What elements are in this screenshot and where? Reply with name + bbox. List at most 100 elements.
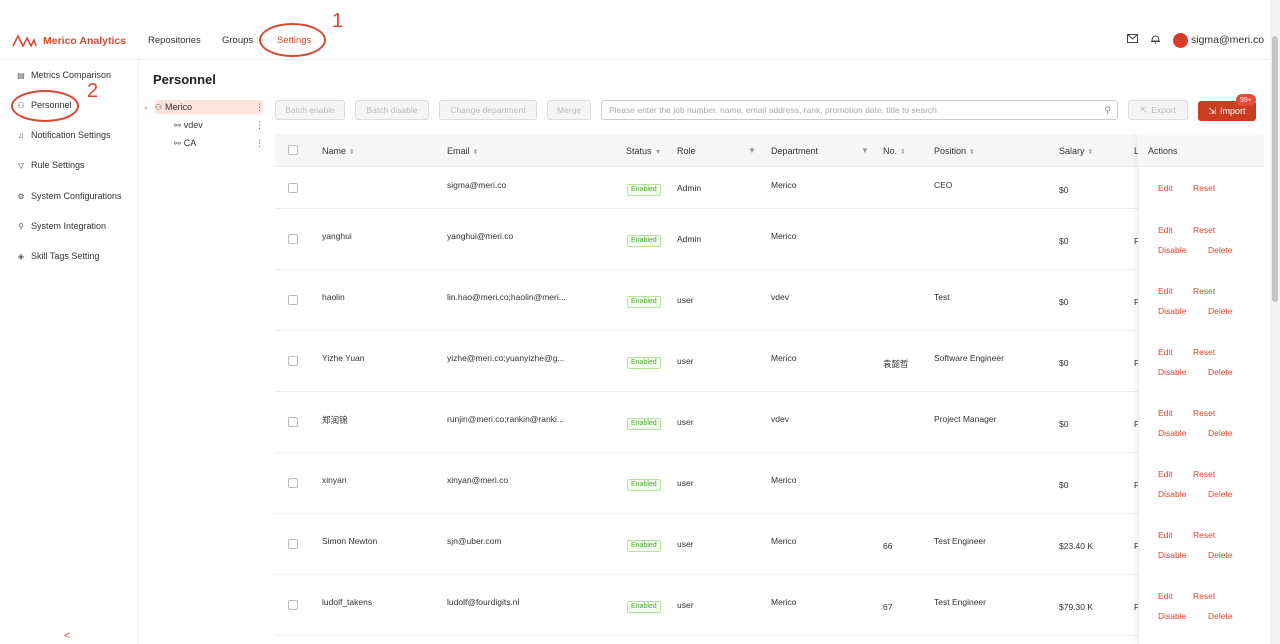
sidebar-item-skill-tags-setting[interactable]: ◈ Skill Tags Setting bbox=[16, 251, 99, 261]
edit-button[interactable]: Edit bbox=[1158, 183, 1173, 193]
reset-button[interactable]: Reset bbox=[1193, 591, 1215, 601]
sidebar-item-rule-settings[interactable]: ▽ Rule Settings bbox=[16, 160, 85, 170]
sort-icon[interactable]: ⬍ bbox=[900, 149, 906, 156]
reset-button[interactable]: Reset bbox=[1193, 469, 1215, 479]
avatar[interactable] bbox=[1173, 33, 1188, 48]
row-checkbox[interactable] bbox=[288, 599, 298, 610]
reset-button[interactable]: Reset bbox=[1193, 347, 1215, 357]
edit-button[interactable]: Edit bbox=[1158, 286, 1173, 296]
batch-enable-button[interactable]: Batch enable bbox=[275, 100, 345, 120]
row-checkbox[interactable] bbox=[288, 477, 298, 488]
filter-icon[interactable]: ▼ bbox=[748, 146, 756, 155]
column-header-status[interactable]: Status ▼ bbox=[626, 146, 661, 156]
cell-no: 66 bbox=[883, 540, 893, 551]
delete-button[interactable]: Delete bbox=[1208, 550, 1233, 560]
tree-node-merico[interactable]: ⌄ ⚇ Merico bbox=[143, 102, 192, 112]
column-header-email[interactable]: Email ⬍ bbox=[447, 146, 478, 156]
row-divider bbox=[275, 269, 1264, 270]
disable-button[interactable]: Disable bbox=[1158, 611, 1186, 621]
reset-button[interactable]: Reset bbox=[1193, 530, 1215, 540]
team-icon: ⚯ bbox=[174, 138, 181, 148]
search-input[interactable]: Please enter the job number, name, email… bbox=[601, 100, 1118, 120]
edit-button[interactable]: Edit bbox=[1158, 530, 1173, 540]
export-button[interactable]: ⇱ Export bbox=[1128, 100, 1188, 120]
tree-node-more-icon[interactable]: ⋮ bbox=[255, 102, 264, 113]
mail-icon[interactable] bbox=[1127, 34, 1138, 46]
cell-salary: $0 bbox=[1059, 479, 1069, 490]
tree-node-vdev[interactable]: ⚯ vdev bbox=[174, 120, 203, 130]
merico-logo-icon[interactable] bbox=[12, 33, 37, 47]
delete-button[interactable]: Delete bbox=[1208, 306, 1233, 316]
row-checkbox[interactable] bbox=[288, 182, 298, 193]
annotation-step-1: 1 bbox=[332, 10, 344, 32]
batch-disable-button[interactable]: Batch disable bbox=[355, 100, 429, 120]
disable-button[interactable]: Disable bbox=[1158, 428, 1186, 438]
sidebar-item-system-integration[interactable]: ⚲ System Integration bbox=[16, 221, 106, 231]
edit-button[interactable]: Edit bbox=[1158, 408, 1173, 418]
delete-button[interactable]: Delete bbox=[1208, 611, 1233, 621]
delete-button[interactable]: Delete bbox=[1208, 428, 1233, 438]
nav-groups[interactable]: Groups bbox=[222, 35, 253, 46]
tree-node-more-icon[interactable]: ⋮ bbox=[255, 120, 264, 131]
filter-icon[interactable]: ▼ bbox=[655, 149, 662, 156]
column-header-role[interactable]: Role bbox=[677, 146, 696, 156]
sort-icon[interactable]: ⬍ bbox=[969, 149, 975, 156]
row-checkbox[interactable] bbox=[288, 294, 298, 305]
sort-icon[interactable]: ⬍ bbox=[473, 149, 479, 156]
reset-button[interactable]: Reset bbox=[1193, 286, 1215, 296]
merge-button[interactable]: Merge bbox=[547, 100, 591, 120]
filter-icon: ▽ bbox=[17, 160, 25, 170]
delete-button[interactable]: Delete bbox=[1208, 367, 1233, 377]
reset-button[interactable]: Reset bbox=[1193, 225, 1215, 235]
tree-node-ca[interactable]: ⚯ CA bbox=[174, 138, 196, 148]
delete-button[interactable]: Delete bbox=[1208, 489, 1233, 499]
delete-button[interactable]: Delete bbox=[1208, 245, 1233, 255]
reset-button[interactable]: Reset bbox=[1193, 183, 1215, 193]
collapse-sidebar-button[interactable]: < bbox=[64, 630, 70, 642]
sort-icon[interactable]: ⬍ bbox=[349, 149, 355, 156]
chevron-down-icon[interactable]: ⌄ bbox=[143, 103, 149, 111]
tree-node-more-icon[interactable]: ⋮ bbox=[255, 138, 264, 149]
edit-button[interactable]: Edit bbox=[1158, 225, 1173, 235]
filter-icon[interactable]: ▼ bbox=[861, 146, 869, 155]
bell-icon[interactable] bbox=[1151, 34, 1160, 47]
brand-name[interactable]: Merico Analytics bbox=[43, 35, 126, 47]
column-header-salary[interactable]: Salary ⬍ bbox=[1059, 146, 1093, 156]
search-icon[interactable]: ⚲ bbox=[1104, 105, 1111, 116]
cell-position: Test Engineer bbox=[934, 596, 986, 607]
reset-button[interactable]: Reset bbox=[1193, 408, 1215, 418]
user-email[interactable]: sigma@meri.co bbox=[1191, 34, 1264, 46]
column-header-position[interactable]: Position ⬍ bbox=[934, 146, 975, 156]
status-badge: Enabled bbox=[627, 356, 661, 369]
sort-icon[interactable]: ⬍ bbox=[1088, 149, 1094, 156]
column-header-name[interactable]: Name ⬍ bbox=[322, 146, 355, 156]
sidebar bbox=[0, 60, 139, 644]
cell-role: user bbox=[677, 538, 694, 549]
row-checkbox[interactable] bbox=[288, 538, 298, 549]
scrollbar-thumb[interactable] bbox=[1272, 36, 1278, 302]
annotation-circle-personnel bbox=[11, 90, 79, 122]
sidebar-item-notification-settings[interactable]: ♫ Notification Settings bbox=[16, 130, 111, 140]
row-checkbox[interactable] bbox=[288, 233, 298, 244]
edit-button[interactable]: Edit bbox=[1158, 347, 1173, 357]
nav-repositories[interactable]: Repositories bbox=[148, 35, 201, 46]
sidebar-item-system-configurations[interactable]: ⚙ System Configurations bbox=[16, 191, 121, 201]
row-checkbox[interactable] bbox=[288, 416, 298, 427]
disable-button[interactable]: Disable bbox=[1158, 367, 1186, 377]
disable-button[interactable]: Disable bbox=[1158, 489, 1186, 499]
cell-department: Merico bbox=[771, 230, 797, 241]
disable-button[interactable]: Disable bbox=[1158, 306, 1186, 316]
status-badge: Enabled bbox=[627, 539, 661, 552]
disable-button[interactable]: Disable bbox=[1158, 550, 1186, 560]
tag-icon: ◈ bbox=[17, 251, 25, 261]
column-header-department[interactable]: Department bbox=[771, 146, 818, 156]
cell-role: Admin bbox=[677, 233, 702, 244]
column-header-no[interactable]: No. ⬍ bbox=[883, 146, 906, 156]
sidebar-item-metrics-comparison[interactable]: ▤ Metrics Comparison bbox=[16, 70, 111, 80]
edit-button[interactable]: Edit bbox=[1158, 591, 1173, 601]
select-all-checkbox[interactable] bbox=[288, 145, 298, 155]
row-checkbox[interactable] bbox=[288, 355, 298, 366]
disable-button[interactable]: Disable bbox=[1158, 245, 1186, 255]
change-department-button[interactable]: Change department bbox=[439, 100, 537, 120]
edit-button[interactable]: Edit bbox=[1158, 469, 1173, 479]
